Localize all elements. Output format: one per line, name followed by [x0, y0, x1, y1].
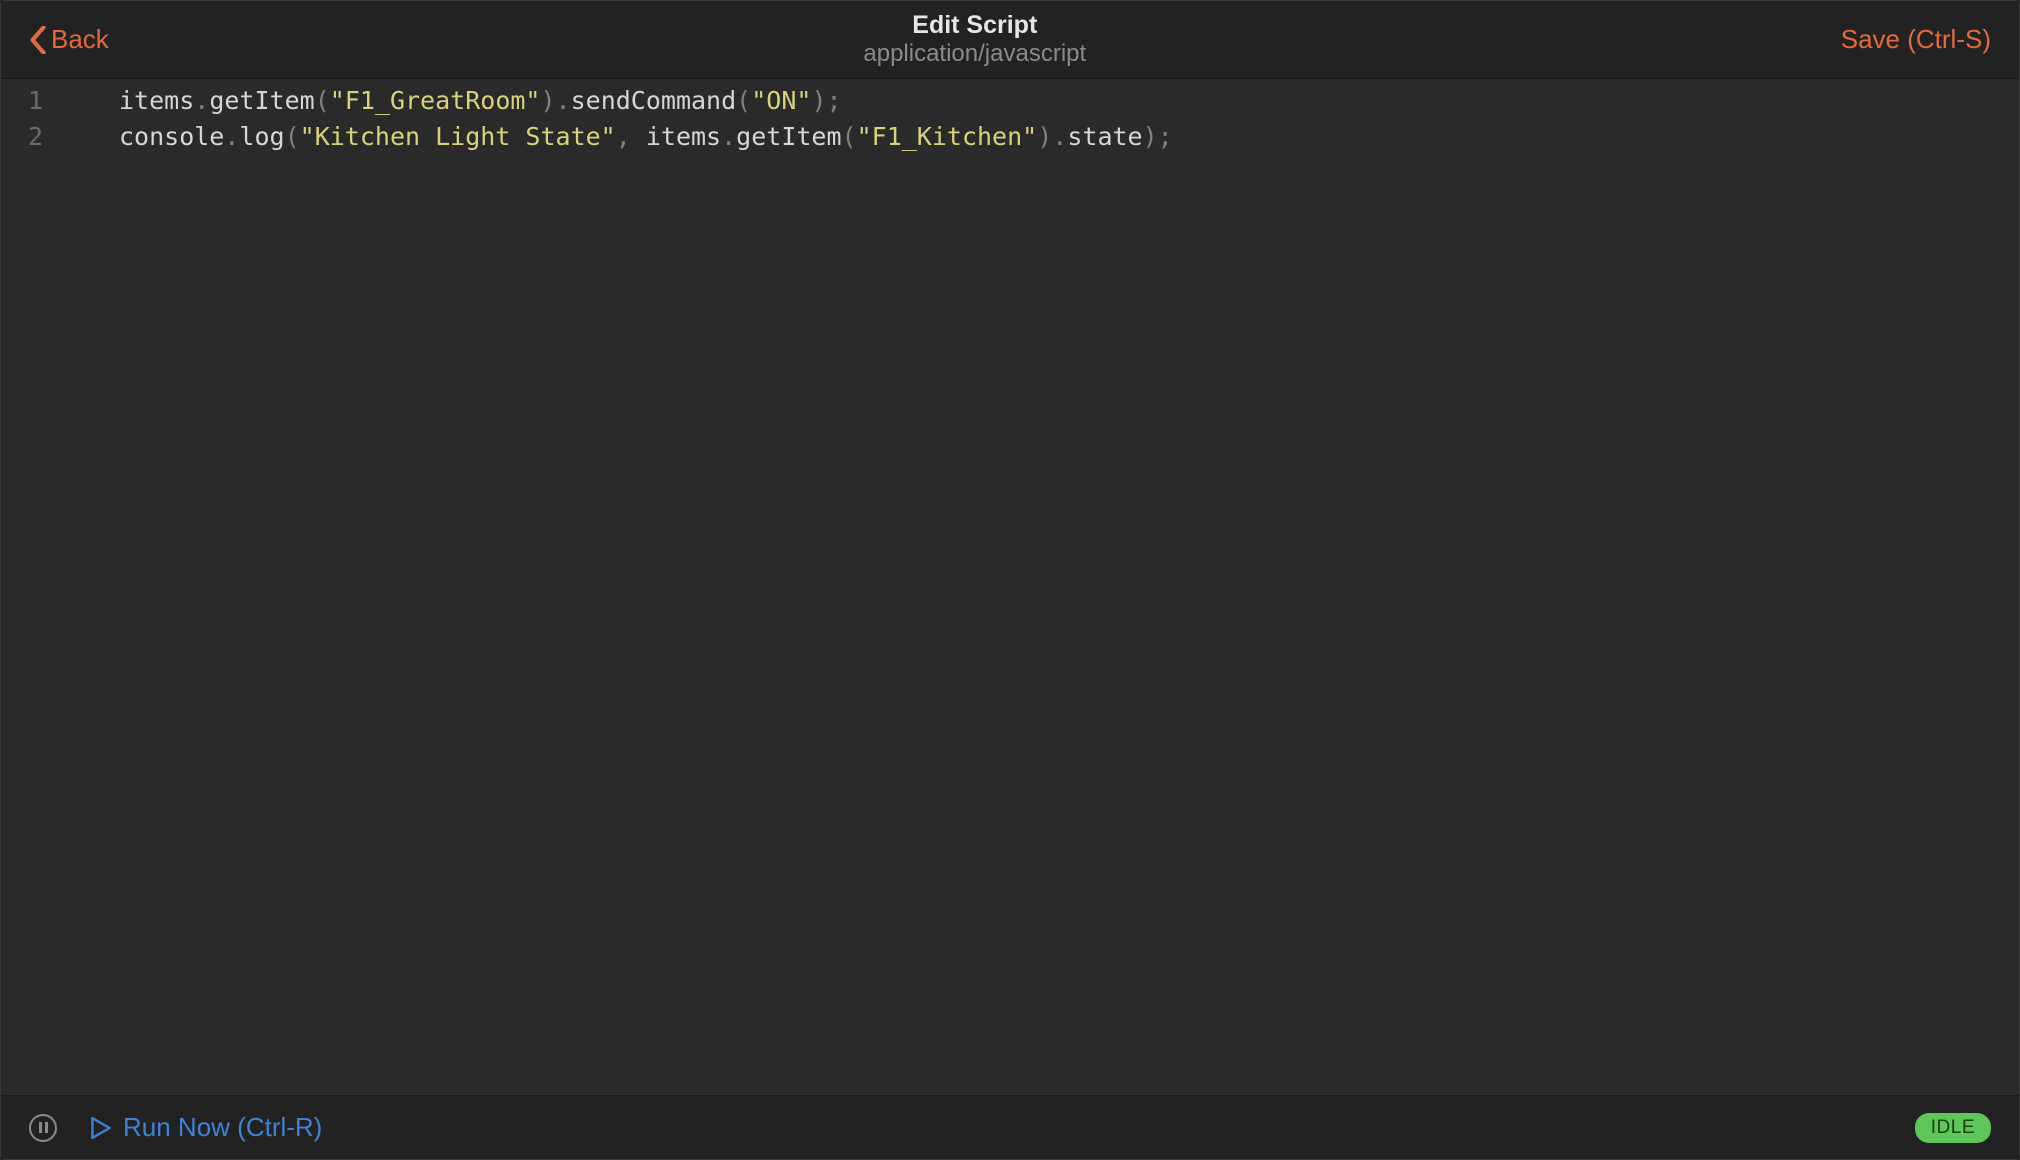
code-area[interactable]: items.getItem("F1_GreatRoom").sendComman… — [61, 83, 2019, 1095]
footer-bar: Run Now (Ctrl-R) IDLE — [1, 1095, 2019, 1159]
status-badge: IDLE — [1915, 1113, 1991, 1143]
pause-button[interactable] — [29, 1114, 57, 1142]
back-button[interactable]: Back — [29, 24, 109, 55]
line-number: 2 — [1, 119, 43, 155]
title-block: Edit Script application/javascript — [863, 11, 1086, 68]
footer-left: Run Now (Ctrl-R) — [29, 1112, 322, 1143]
chevron-left-icon — [29, 26, 47, 54]
run-now-button[interactable]: Run Now (Ctrl-R) — [91, 1112, 322, 1143]
run-now-label: Run Now (Ctrl-R) — [123, 1112, 322, 1143]
code-line[interactable]: items.getItem("F1_GreatRoom").sendComman… — [119, 83, 2019, 119]
save-label: Save (Ctrl-S) — [1841, 24, 1991, 54]
page-title: Edit Script — [912, 11, 1037, 40]
header-bar: Back Edit Script application/javascript … — [1, 1, 2019, 79]
code-editor[interactable]: 12 items.getItem("F1_GreatRoom").sendCom… — [1, 79, 2019, 1095]
code-line[interactable]: console.log("Kitchen Light State", items… — [119, 119, 2019, 155]
status-text: IDLE — [1931, 1117, 1975, 1138]
play-icon — [91, 1117, 111, 1139]
page-subtitle: application/javascript — [863, 40, 1086, 68]
back-label: Back — [51, 24, 109, 55]
save-button[interactable]: Save (Ctrl-S) — [1841, 24, 1991, 55]
line-gutter: 12 — [1, 83, 61, 1095]
line-number: 1 — [1, 83, 43, 119]
